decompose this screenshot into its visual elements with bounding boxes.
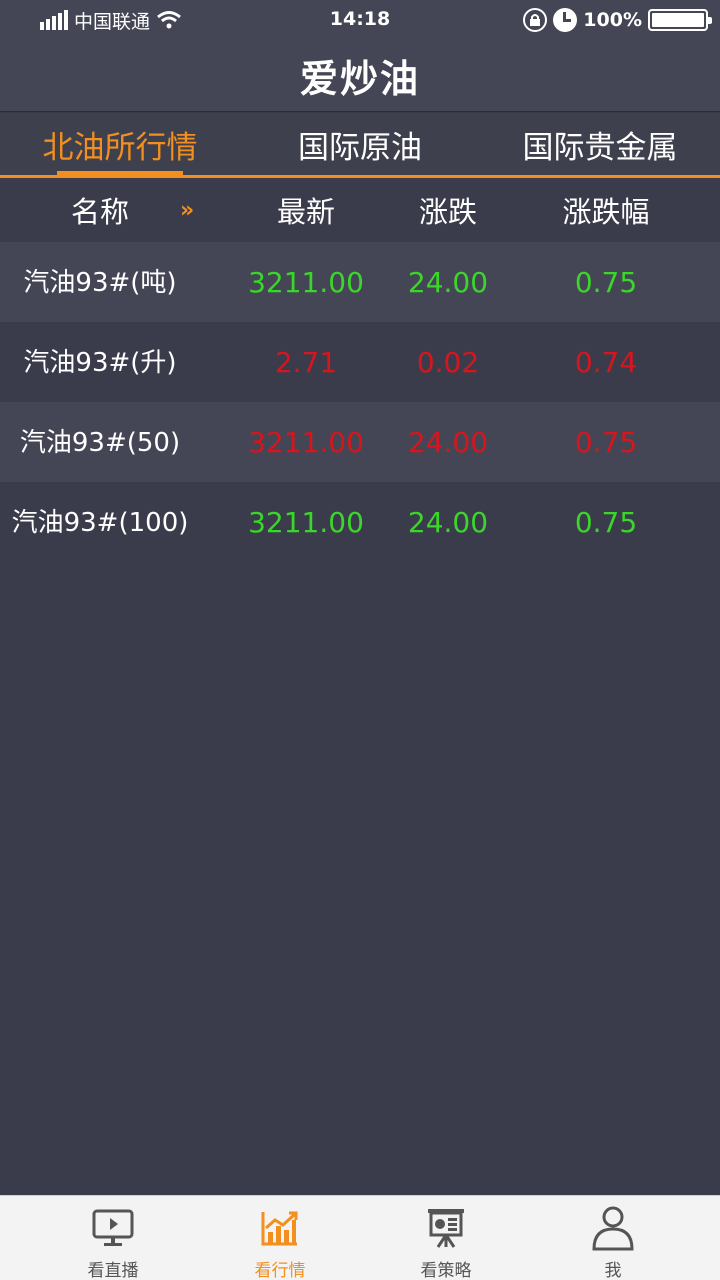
tabbar-label: 看策略 bbox=[420, 1261, 472, 1280]
row-change-pct: 0.75 bbox=[574, 426, 638, 459]
row-change: 24.00 bbox=[407, 266, 489, 299]
tabbar-item-strategy[interactable]: 看策略 bbox=[366, 1196, 526, 1280]
row-change-pct: 0.75 bbox=[574, 266, 638, 299]
sort-arrow-icon[interactable]: » bbox=[180, 178, 194, 242]
header-name: 名称 bbox=[70, 195, 129, 229]
market-chart-icon bbox=[258, 1206, 302, 1250]
user-profile-icon bbox=[591, 1206, 635, 1251]
battery-icon bbox=[648, 9, 712, 31]
row-latest: 2.71 bbox=[274, 346, 338, 379]
strategy-board-icon bbox=[424, 1206, 468, 1250]
table-row[interactable]: 汽油93#(升) 2.71 0.02 0.74 bbox=[0, 322, 720, 402]
row-change-pct: 0.74 bbox=[574, 346, 638, 379]
orientation-lock-icon bbox=[523, 8, 548, 32]
row-name: 汽油93#(50) bbox=[19, 428, 181, 458]
row-name: 汽油93#(吨) bbox=[23, 268, 177, 298]
row-change-pct: 0.75 bbox=[574, 506, 638, 539]
status-right: 100% bbox=[523, 0, 712, 40]
tabbar-item-live[interactable]: 看直播 bbox=[33, 1196, 193, 1280]
row-name: 汽油93#(升) bbox=[23, 348, 177, 378]
tab-international-precious-metals[interactable]: 国际贵金属 bbox=[480, 113, 720, 175]
tab-beiyousuo-market[interactable]: 北油所行情 bbox=[0, 113, 240, 175]
table-header: 名称 » 最新 涨跌 涨跌幅 bbox=[0, 178, 720, 242]
table-row[interactable]: 汽油93#(吨) 3211.00 24.00 0.75 bbox=[0, 242, 720, 322]
navigation-bar: 爱炒油 bbox=[0, 40, 720, 112]
row-change: 0.02 bbox=[416, 346, 480, 379]
header-change-pct: 涨跌幅 bbox=[562, 195, 650, 229]
status-bar: 中国联通 14:18 100% bbox=[0, 0, 720, 40]
market-tabs: 北油所行情 国际原油 国际贵金属 bbox=[0, 113, 720, 178]
row-latest: 3211.00 bbox=[248, 426, 364, 459]
table-row[interactable]: 汽油93#(50) 3211.00 24.00 0.75 bbox=[0, 402, 720, 482]
table-row[interactable]: 汽油93#(100) 3211.00 24.00 0.75 bbox=[0, 482, 720, 562]
bottom-tab-bar: 看直播 看行情 看策略 我 bbox=[0, 1195, 720, 1280]
page-title: 爱炒油 bbox=[299, 57, 420, 101]
header-latest: 最新 bbox=[276, 195, 335, 229]
row-name: 汽油93#(100) bbox=[11, 508, 189, 538]
battery-percent: 100% bbox=[583, 9, 642, 31]
tabbar-label: 看直播 bbox=[87, 1261, 139, 1280]
row-latest: 3211.00 bbox=[248, 266, 364, 299]
row-change: 24.00 bbox=[407, 506, 489, 539]
tabbar-item-me[interactable]: 我 bbox=[533, 1196, 693, 1280]
tabbar-item-market[interactable]: 看行情 bbox=[200, 1196, 360, 1280]
tabbar-label: 看行情 bbox=[254, 1261, 306, 1280]
header-change: 涨跌 bbox=[418, 195, 477, 229]
tab-international-crude[interactable]: 国际原油 bbox=[240, 113, 480, 175]
row-latest: 3211.00 bbox=[248, 506, 364, 539]
tabbar-label: 我 bbox=[604, 1261, 622, 1280]
live-tv-icon bbox=[91, 1206, 135, 1250]
alarm-clock-icon bbox=[553, 8, 578, 32]
row-change: 24.00 bbox=[407, 426, 489, 459]
